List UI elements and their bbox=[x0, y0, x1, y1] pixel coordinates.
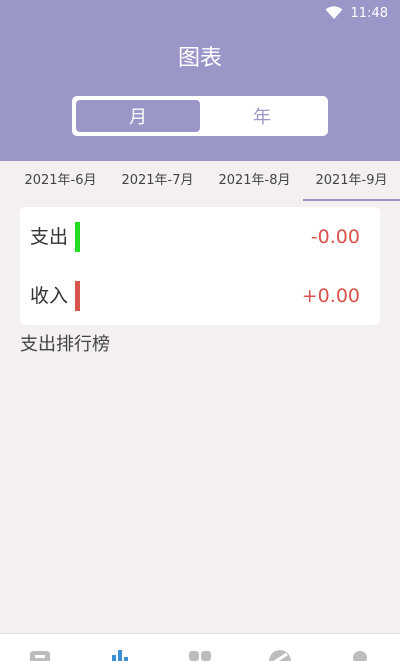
tab-2021-07[interactable]: 2021年-7月 bbox=[109, 161, 206, 201]
bar-chart-icon bbox=[112, 650, 128, 661]
header: 11:48 图表 月 年 bbox=[0, 0, 400, 161]
nav-item-profile[interactable] bbox=[320, 634, 400, 661]
year-toggle-button[interactable]: 年 bbox=[200, 100, 324, 132]
income-row: 收入 +0.00 bbox=[20, 276, 380, 316]
summary-card: 支出 -0.00 收入 +0.00 bbox=[20, 207, 380, 325]
expense-indicator-bar bbox=[75, 222, 80, 252]
expense-value: -0.00 bbox=[310, 226, 360, 248]
month-toggle-button[interactable]: 月 bbox=[76, 100, 200, 132]
period-toggle: 月 年 bbox=[72, 96, 328, 136]
nav-item-add[interactable] bbox=[160, 634, 240, 661]
wifi-icon bbox=[325, 6, 343, 19]
month-tabs: 2021年-6月 2021年-7月 2021年-8月 2021年-9月 bbox=[0, 161, 400, 201]
income-value: +0.00 bbox=[301, 285, 360, 307]
profile-icon bbox=[353, 651, 367, 661]
nav-item-ledger[interactable] bbox=[0, 634, 80, 661]
expense-label: 支出 bbox=[30, 226, 69, 248]
ledger-icon bbox=[30, 651, 50, 661]
tab-2021-09[interactable]: 2021年-9月 bbox=[303, 161, 400, 201]
compass-icon bbox=[269, 650, 291, 661]
grid-icon bbox=[189, 651, 211, 661]
income-indicator-bar bbox=[75, 281, 80, 311]
tab-2021-06[interactable]: 2021年-6月 bbox=[12, 161, 109, 201]
nav-item-chart[interactable] bbox=[80, 634, 160, 661]
page-title: 图表 bbox=[177, 46, 222, 71]
income-label: 收入 bbox=[30, 285, 69, 307]
status-bar: 11:48 bbox=[325, 4, 388, 22]
expense-ranking-title: 支出排行榜 bbox=[20, 334, 110, 355]
tab-2021-08[interactable]: 2021年-8月 bbox=[206, 161, 303, 201]
nav-item-discover[interactable] bbox=[240, 634, 320, 661]
expense-row: 支出 -0.00 bbox=[20, 217, 380, 257]
status-time: 11:48 bbox=[350, 5, 388, 21]
bottom-nav bbox=[0, 633, 400, 661]
